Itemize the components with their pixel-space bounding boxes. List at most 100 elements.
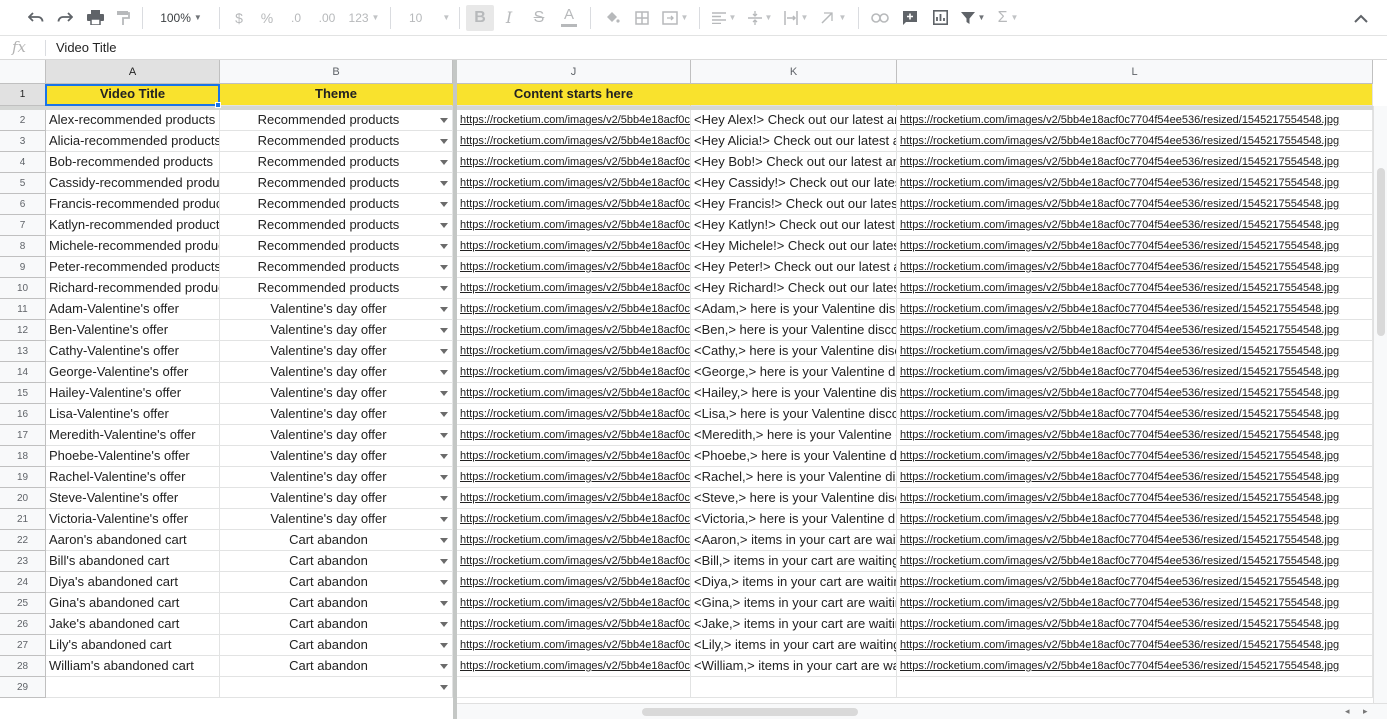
cell-link[interactable]: https://rocketium.com/images/v2/5bb4e18a… bbox=[900, 471, 1339, 483]
header-cell-l[interactable] bbox=[897, 84, 1373, 106]
table-cell-b[interactable]: Cart abandon bbox=[220, 551, 453, 572]
dropdown-arrow-icon[interactable] bbox=[440, 412, 448, 417]
dropdown-arrow-icon[interactable] bbox=[440, 118, 448, 123]
table-cell-j[interactable]: https://rocketium.com/images/v2/5bb4e18a… bbox=[457, 656, 691, 677]
row-header[interactable]: 16 bbox=[0, 404, 46, 425]
vertical-scrollbar-thumb[interactable] bbox=[1377, 168, 1385, 336]
table-cell-j[interactable]: https://rocketium.com/images/v2/5bb4e18a… bbox=[457, 635, 691, 656]
row-header[interactable]: 21 bbox=[0, 509, 46, 530]
dropdown-arrow-icon[interactable] bbox=[440, 475, 448, 480]
row-header[interactable]: 25 bbox=[0, 593, 46, 614]
table-cell-j[interactable]: https://rocketium.com/images/v2/5bb4e18a… bbox=[457, 383, 691, 404]
table-cell-k[interactable]: <Hey Bob!> Check out our latest arrivals bbox=[691, 152, 897, 173]
header-cell-a[interactable]: Video Title bbox=[46, 84, 220, 106]
frozen-column-divider[interactable] bbox=[453, 60, 457, 719]
table-cell-l[interactable]: https://rocketium.com/images/v2/5bb4e18a… bbox=[897, 530, 1373, 551]
select-all-corner[interactable] bbox=[0, 60, 46, 84]
table-cell-j[interactable] bbox=[457, 677, 691, 698]
fill-color-icon[interactable] bbox=[597, 5, 627, 31]
row-header[interactable]: 12 bbox=[0, 320, 46, 341]
text-wrap-icon[interactable]: ▼ bbox=[778, 5, 814, 31]
strikethrough-icon[interactable]: S bbox=[524, 5, 554, 31]
cell-link[interactable]: https://rocketium.com/images/v2/5bb4e18a… bbox=[900, 303, 1339, 315]
cell-link[interactable]: https://rocketium.com/images/v2/5bb4e18a… bbox=[900, 450, 1339, 462]
table-cell-k[interactable]: <Adam,> here is your Valentine discount bbox=[691, 299, 897, 320]
italic-icon[interactable]: I bbox=[494, 5, 524, 31]
table-cell-a[interactable]: Alex-recommended products bbox=[46, 110, 220, 131]
cell-link[interactable]: https://rocketium.com/images/v2/5bb4e18a… bbox=[460, 597, 690, 609]
cell-link[interactable]: https://rocketium.com/images/v2/5bb4e18a… bbox=[900, 324, 1339, 336]
filter-icon[interactable]: ▼ bbox=[955, 5, 991, 31]
table-cell-b[interactable]: Recommended products bbox=[220, 110, 453, 131]
table-cell-a[interactable]: Phoebe-Valentine's offer bbox=[46, 446, 220, 467]
row-header[interactable]: 9 bbox=[0, 257, 46, 278]
table-cell-j[interactable]: https://rocketium.com/images/v2/5bb4e18a… bbox=[457, 425, 691, 446]
table-cell-k[interactable]: <Victoria,> here is your Valentine disco… bbox=[691, 509, 897, 530]
table-cell-b[interactable]: Cart abandon bbox=[220, 593, 453, 614]
table-cell-a[interactable]: Francis-recommended products bbox=[46, 194, 220, 215]
comment-icon[interactable] bbox=[895, 5, 925, 31]
table-cell-k[interactable]: <Hey Alex!> Check out our latest arrival… bbox=[691, 110, 897, 131]
cell-link[interactable]: https://rocketium.com/images/v2/5bb4e18a… bbox=[900, 660, 1339, 672]
cell-link[interactable]: https://rocketium.com/images/v2/5bb4e18a… bbox=[460, 555, 690, 567]
redo-icon[interactable] bbox=[50, 5, 80, 31]
table-cell-b[interactable]: Valentine's day offer bbox=[220, 362, 453, 383]
table-cell-j[interactable]: https://rocketium.com/images/v2/5bb4e18a… bbox=[457, 614, 691, 635]
cell-link[interactable]: https://rocketium.com/images/v2/5bb4e18a… bbox=[460, 324, 690, 336]
table-cell-l[interactable]: https://rocketium.com/images/v2/5bb4e18a… bbox=[897, 404, 1373, 425]
table-cell-l[interactable]: https://rocketium.com/images/v2/5bb4e18a… bbox=[897, 215, 1373, 236]
table-cell-k[interactable]: <Hey Cassidy!> Check out our latest arri… bbox=[691, 173, 897, 194]
cell-link[interactable]: https://rocketium.com/images/v2/5bb4e18a… bbox=[900, 387, 1339, 399]
dropdown-arrow-icon[interactable] bbox=[440, 517, 448, 522]
header-cell-j[interactable]: Content starts here bbox=[457, 84, 691, 106]
table-cell-b[interactable]: Recommended products bbox=[220, 173, 453, 194]
table-cell-a[interactable]: Aaron's abandoned cart bbox=[46, 530, 220, 551]
table-cell-j[interactable]: https://rocketium.com/images/v2/5bb4e18a… bbox=[457, 173, 691, 194]
cell-link[interactable]: https://rocketium.com/images/v2/5bb4e18a… bbox=[460, 198, 690, 210]
table-cell-k[interactable]: <Aaron,> items in your cart are waiting bbox=[691, 530, 897, 551]
table-cell-b[interactable]: Valentine's day offer bbox=[220, 383, 453, 404]
table-cell-b[interactable]: Valentine's day offer bbox=[220, 509, 453, 530]
table-cell-b[interactable]: Recommended products bbox=[220, 152, 453, 173]
currency-format-button[interactable]: $ bbox=[226, 5, 252, 31]
table-cell-b[interactable]: Valentine's day offer bbox=[220, 299, 453, 320]
paint-format-icon[interactable] bbox=[110, 5, 136, 31]
cell-link[interactable]: https://rocketium.com/images/v2/5bb4e18a… bbox=[900, 534, 1339, 546]
cell-link[interactable]: https://rocketium.com/images/v2/5bb4e18a… bbox=[900, 156, 1339, 168]
header-cell-b[interactable]: Theme bbox=[220, 84, 453, 106]
row-header[interactable]: 13 bbox=[0, 341, 46, 362]
row-header[interactable]: 11 bbox=[0, 299, 46, 320]
table-cell-a[interactable]: Katlyn-recommended products bbox=[46, 215, 220, 236]
column-header-j[interactable]: J bbox=[457, 60, 691, 84]
table-cell-a[interactable]: Peter-recommended products bbox=[46, 257, 220, 278]
row-header[interactable]: 26 bbox=[0, 614, 46, 635]
table-cell-a[interactable] bbox=[46, 677, 220, 698]
cell-link[interactable]: https://rocketium.com/images/v2/5bb4e18a… bbox=[460, 366, 690, 378]
dropdown-arrow-icon[interactable] bbox=[440, 286, 448, 291]
table-cell-a[interactable]: George-Valentine's offer bbox=[46, 362, 220, 383]
table-cell-b[interactable]: Recommended products bbox=[220, 278, 453, 299]
table-cell-k[interactable]: <Lisa,> here is your Valentine discount bbox=[691, 404, 897, 425]
table-cell-k[interactable]: <Rachel,> here is your Valentine discoun… bbox=[691, 467, 897, 488]
table-cell-j[interactable]: https://rocketium.com/images/v2/5bb4e18a… bbox=[457, 593, 691, 614]
table-cell-k[interactable]: <Lily,> items in your cart are waiting bbox=[691, 635, 897, 656]
row-header[interactable]: 10 bbox=[0, 278, 46, 299]
table-cell-a[interactable]: Lisa-Valentine's offer bbox=[46, 404, 220, 425]
table-cell-l[interactable]: https://rocketium.com/images/v2/5bb4e18a… bbox=[897, 509, 1373, 530]
cell-link[interactable]: https://rocketium.com/images/v2/5bb4e18a… bbox=[460, 429, 690, 441]
cell-link[interactable]: https://rocketium.com/images/v2/5bb4e18a… bbox=[460, 114, 690, 126]
row-header[interactable]: 7 bbox=[0, 215, 46, 236]
borders-icon[interactable] bbox=[627, 5, 657, 31]
cell-link[interactable]: https://rocketium.com/images/v2/5bb4e18a… bbox=[460, 135, 690, 147]
cell-link[interactable]: https://rocketium.com/images/v2/5bb4e18a… bbox=[460, 534, 690, 546]
table-cell-j[interactable]: https://rocketium.com/images/v2/5bb4e18a… bbox=[457, 299, 691, 320]
cell-link[interactable]: https://rocketium.com/images/v2/5bb4e18a… bbox=[900, 597, 1339, 609]
column-header-b[interactable]: B bbox=[220, 60, 453, 84]
table-cell-j[interactable]: https://rocketium.com/images/v2/5bb4e18a… bbox=[457, 320, 691, 341]
table-cell-k[interactable]: <Steve,> here is your Valentine discount bbox=[691, 488, 897, 509]
table-cell-k[interactable]: <Hey Francis!> Check out our latest arri… bbox=[691, 194, 897, 215]
dropdown-arrow-icon[interactable] bbox=[440, 160, 448, 165]
table-cell-j[interactable]: https://rocketium.com/images/v2/5bb4e18a… bbox=[457, 131, 691, 152]
dropdown-arrow-icon[interactable] bbox=[440, 454, 448, 459]
cell-link[interactable]: https://rocketium.com/images/v2/5bb4e18a… bbox=[900, 555, 1339, 567]
